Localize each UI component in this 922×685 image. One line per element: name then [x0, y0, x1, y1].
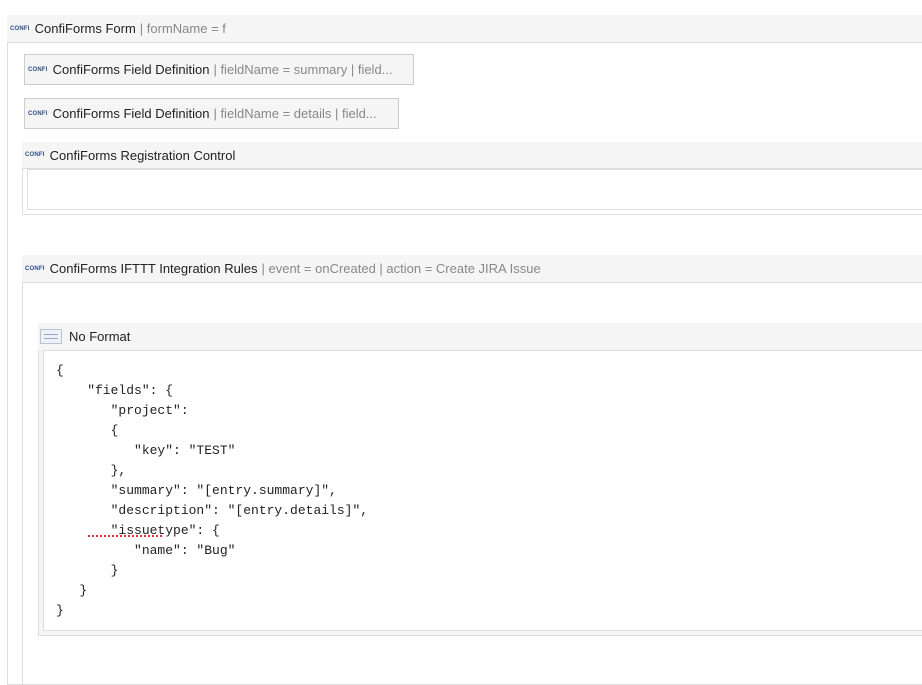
registration-control-title: ConfiForms Registration Control	[49, 147, 236, 163]
no-format-header[interactable]: No Format	[38, 323, 922, 350]
no-format-title: No Format	[69, 329, 131, 344]
confiforms-form-header[interactable]: CONFI ConfiForms Form | formName = f	[7, 15, 922, 43]
confiforms-icon: CONFI	[28, 66, 48, 73]
ifttt-rules-header[interactable]: CONFI ConfiForms IFTTT Integration Rules…	[22, 255, 922, 283]
form-macro-title: ConfiForms Form	[34, 21, 136, 36]
field-definition-details[interactable]: CONFI ConfiForms Field Definition | fiel…	[24, 98, 399, 129]
registration-control-body[interactable]	[27, 169, 922, 210]
spellcheck-underline	[88, 535, 162, 537]
registration-control-header[interactable]: CONFI ConfiForms Registration Control	[22, 142, 922, 169]
field-definition-title: ConfiForms Field Definition	[52, 106, 210, 121]
confiforms-icon: CONFI	[28, 110, 48, 117]
field-definition-title: ConfiForms Field Definition	[52, 62, 210, 77]
ifttt-rules-title: ConfiForms IFTTT Integration Rules	[49, 261, 258, 276]
form-macro-params: | formName = f	[139, 21, 226, 36]
field-definition-summary[interactable]: CONFI ConfiForms Field Definition | fiel…	[24, 54, 414, 85]
confiforms-icon: CONFI	[10, 25, 30, 32]
confiforms-icon: CONFI	[25, 265, 45, 272]
field-definition-params: | fieldName = details | field...	[213, 106, 377, 121]
no-format-icon	[40, 329, 62, 344]
ifttt-rules-params: | event = onCreated | action = Create JI…	[261, 261, 541, 276]
confiforms-icon: CONFI	[25, 152, 45, 158]
field-definition-params: | fieldName = summary | field...	[213, 62, 393, 77]
no-format-body[interactable]	[43, 350, 922, 631]
